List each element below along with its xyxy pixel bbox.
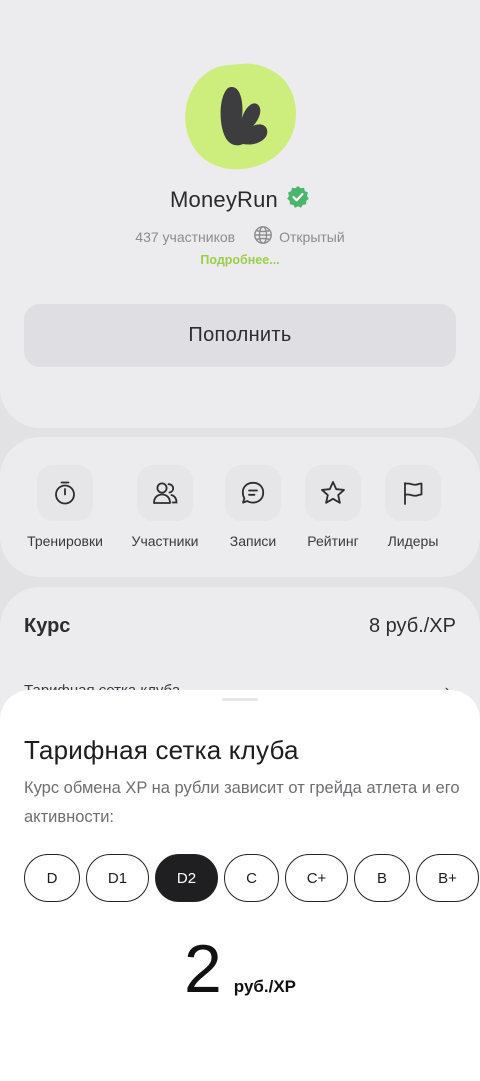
sheet-drag-handle[interactable] <box>222 698 258 701</box>
grade-chip-b[interactable]: B <box>354 854 410 902</box>
action-label: Тренировки <box>27 533 103 549</box>
grade-chip-b-plus[interactable]: B+ <box>416 854 479 902</box>
price-value: 2 <box>183 931 222 1007</box>
grade-chip-d[interactable]: D <box>24 854 80 902</box>
action-label: Участники <box>131 533 199 549</box>
stopwatch-icon <box>37 465 93 521</box>
action-posts[interactable]: Записи <box>208 465 298 549</box>
tariff-bottom-sheet: Тарифная сетка клуба Курс обмена XP на р… <box>0 690 480 1081</box>
action-rating[interactable]: Рейтинг <box>288 465 378 549</box>
globe-icon <box>253 225 273 248</box>
grade-selector: D D1 D2 C C+ B B+ <box>24 854 479 902</box>
topup-button[interactable]: Пополнить <box>24 304 456 367</box>
sheet-description: Курс обмена XP на рубли зависит от грейд… <box>24 779 460 826</box>
grade-chip-d2[interactable]: D2 <box>155 854 218 902</box>
grade-chip-d1[interactable]: D1 <box>86 854 149 902</box>
more-details-link[interactable]: Подробнее... <box>0 253 480 267</box>
sheet-title: Тарифная сетка клуба <box>24 735 299 765</box>
members-count: 437 участников <box>135 228 236 245</box>
action-label: Записи <box>229 533 277 549</box>
rate-label: Курс <box>24 615 71 637</box>
action-label: Лидеры <box>387 533 439 549</box>
users-icon <box>137 465 193 521</box>
club-name: MoneyRun <box>170 186 278 212</box>
action-leaders[interactable]: Лидеры <box>368 465 458 549</box>
club-meta: 437 участников Открытый <box>0 225 480 248</box>
verified-icon <box>286 185 310 214</box>
grade-chip-c[interactable]: C <box>224 854 279 902</box>
action-trainings[interactable]: Тренировки <box>20 465 110 549</box>
club-header-card: MoneyRun 437 участников Открытый Подробн… <box>0 0 480 428</box>
action-members[interactable]: Участники <box>120 465 210 549</box>
grade-chip-c-plus[interactable]: C+ <box>285 854 348 902</box>
club-actions-card: Тренировки Участники Записи Рейтинг Лиде… <box>0 437 480 577</box>
action-label: Рейтинг <box>307 533 359 549</box>
rate-value: 8 руб./XP <box>368 615 456 637</box>
club-title-row: MoneyRun <box>0 185 480 214</box>
selected-grade-price: 2 руб./XP <box>0 935 480 1003</box>
price-unit: руб./XP <box>233 977 297 996</box>
flag-icon <box>385 465 441 521</box>
star-icon <box>305 465 361 521</box>
visibility-label: Открытый <box>279 228 345 245</box>
posts-icon <box>225 465 281 521</box>
club-logo <box>183 60 298 172</box>
